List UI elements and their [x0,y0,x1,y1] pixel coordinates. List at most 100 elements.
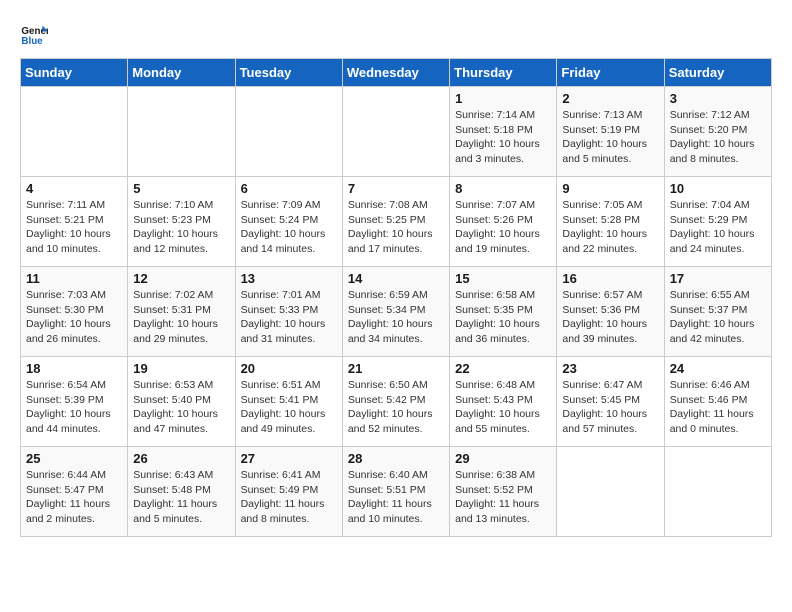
day-number: 19 [133,361,229,376]
day-info: Sunrise: 7:09 AMSunset: 5:24 PMDaylight:… [241,198,337,257]
calendar-cell: 11Sunrise: 7:03 AMSunset: 5:30 PMDayligh… [21,267,128,357]
calendar-table: SundayMondayTuesdayWednesdayThursdayFrid… [20,58,772,537]
calendar-cell [664,447,771,537]
day-number: 16 [562,271,658,286]
calendar-week-row: 25Sunrise: 6:44 AMSunset: 5:47 PMDayligh… [21,447,772,537]
day-number: 27 [241,451,337,466]
weekday-header-row: SundayMondayTuesdayWednesdayThursdayFrid… [21,59,772,87]
day-number: 1 [455,91,551,106]
day-number: 29 [455,451,551,466]
calendar-cell [235,87,342,177]
day-number: 7 [348,181,444,196]
calendar-cell [342,87,449,177]
calendar-cell: 26 Sunrise: 6:43 AMSunset: 5:48 PMDayligh… [128,447,235,537]
calendar-cell: 17 Sunrise: 6:55 AMSunset: 5:37 PMDayligh… [664,267,771,357]
day-info: Sunrise: 7:01 AMSunset: 5:33 PMDaylight:… [241,288,337,347]
day-number: 17 [670,271,766,286]
logo: General Blue [20,20,54,48]
day-info: Sunrise: 7:02 AMSunset: 5:31 PMDaylight:… [133,288,229,347]
day-info: Sunrise: 7:08 AMSunset: 5:25 PMDaylight:… [348,198,444,257]
day-info: Sunrise: 7:05 AMSunset: 5:28 PMDaylight:… [562,198,658,257]
weekday-header-thursday: Thursday [450,59,557,87]
calendar-cell: 25Sunrise: 6:44 AMSunset: 5:47 PMDayligh… [21,447,128,537]
day-info: Sunrise: 6:46 AMSunset: 5:46 PMDaylight:… [670,378,766,437]
day-info: Sunrise: 6:51 AMSunset: 5:41 PMDaylight:… [241,378,337,437]
calendar-cell: 20 Sunrise: 6:51 AMSunset: 5:41 PMDayligh… [235,357,342,447]
calendar-cell: 23Sunrise: 6:47 AMSunset: 5:45 PMDayligh… [557,357,664,447]
calendar-cell [21,87,128,177]
calendar-cell [128,87,235,177]
day-number: 9 [562,181,658,196]
day-number: 10 [670,181,766,196]
day-number: 12 [133,271,229,286]
calendar-cell: 24 Sunrise: 6:46 AMSunset: 5:46 PMDayligh… [664,357,771,447]
day-info: Sunrise: 7:04 AMSunset: 5:29 PMDaylight:… [670,198,766,257]
day-info: Sunrise: 6:43 AMSunset: 5:48 PMDaylight:… [133,468,229,527]
calendar-cell: 18 Sunrise: 6:54 AMSunset: 5:39 PMDayligh… [21,357,128,447]
day-info: Sunrise: 7:13 AMSunset: 5:19 PMDaylight:… [562,108,658,167]
day-number: 8 [455,181,551,196]
day-number: 20 [241,361,337,376]
day-number: 22 [455,361,551,376]
calendar-cell: 10 Sunrise: 7:04 AMSunset: 5:29 PMDayligh… [664,177,771,267]
calendar-cell: 6 Sunrise: 7:09 AMSunset: 5:24 PMDaylight… [235,177,342,267]
calendar-cell: 8 Sunrise: 7:07 AMSunset: 5:26 PMDaylight… [450,177,557,267]
weekday-header-monday: Monday [128,59,235,87]
day-info: Sunrise: 6:48 AMSunset: 5:43 PMDaylight:… [455,378,551,437]
day-info: Sunrise: 6:58 AMSunset: 5:35 PMDaylight:… [455,288,551,347]
calendar-week-row: 4 Sunrise: 7:11 AMSunset: 5:21 PMDaylight… [21,177,772,267]
day-info: Sunrise: 7:10 AMSunset: 5:23 PMDaylight:… [133,198,229,257]
calendar-cell: 5 Sunrise: 7:10 AMSunset: 5:23 PMDaylight… [128,177,235,267]
day-number: 15 [455,271,551,286]
day-number: 26 [133,451,229,466]
weekday-header-tuesday: Tuesday [235,59,342,87]
day-info: Sunrise: 6:41 AMSunset: 5:49 PMDaylight:… [241,468,337,527]
calendar-cell: 4 Sunrise: 7:11 AMSunset: 5:21 PMDaylight… [21,177,128,267]
calendar-cell: 21Sunrise: 6:50 AMSunset: 5:42 PMDayligh… [342,357,449,447]
calendar-cell: 9 Sunrise: 7:05 AMSunset: 5:28 PMDaylight… [557,177,664,267]
svg-text:Blue: Blue [21,36,43,47]
day-info: Sunrise: 6:50 AMSunset: 5:42 PMDaylight:… [348,378,444,437]
calendar-cell: 22 Sunrise: 6:48 AMSunset: 5:43 PMDayligh… [450,357,557,447]
day-info: Sunrise: 6:57 AMSunset: 5:36 PMDaylight:… [562,288,658,347]
day-number: 25 [26,451,122,466]
calendar-cell: 28 Sunrise: 6:40 AMSunset: 5:51 PMDayligh… [342,447,449,537]
calendar-cell: 19 Sunrise: 6:53 AMSunset: 5:40 PMDayligh… [128,357,235,447]
day-number: 28 [348,451,444,466]
calendar-week-row: 18 Sunrise: 6:54 AMSunset: 5:39 PMDayligh… [21,357,772,447]
day-number: 4 [26,181,122,196]
day-number: 2 [562,91,658,106]
day-info: Sunrise: 6:59 AMSunset: 5:34 PMDaylight:… [348,288,444,347]
calendar-cell: 14 Sunrise: 6:59 AMSunset: 5:34 PMDayligh… [342,267,449,357]
weekday-header-wednesday: Wednesday [342,59,449,87]
calendar-cell: 3Sunrise: 7:12 AMSunset: 5:20 PMDaylight… [664,87,771,177]
header: General Blue [20,20,772,48]
day-number: 18 [26,361,122,376]
day-info: Sunrise: 7:11 AMSunset: 5:21 PMDaylight:… [26,198,122,257]
calendar-cell: 12 Sunrise: 7:02 AMSunset: 5:31 PMDayligh… [128,267,235,357]
day-number: 5 [133,181,229,196]
day-number: 11 [26,271,122,286]
calendar-cell: 13Sunrise: 7:01 AMSunset: 5:33 PMDayligh… [235,267,342,357]
day-info: Sunrise: 6:47 AMSunset: 5:45 PMDaylight:… [562,378,658,437]
day-number: 14 [348,271,444,286]
calendar-cell [557,447,664,537]
calendar-week-row: 11Sunrise: 7:03 AMSunset: 5:30 PMDayligh… [21,267,772,357]
day-number: 6 [241,181,337,196]
calendar-week-row: 1Sunrise: 7:14 AMSunset: 5:18 PMDaylight… [21,87,772,177]
day-info: Sunrise: 6:40 AMSunset: 5:51 PMDaylight:… [348,468,444,527]
calendar-cell: 15 Sunrise: 6:58 AMSunset: 5:35 PMDayligh… [450,267,557,357]
calendar-cell: 29 Sunrise: 6:38 AMSunset: 5:52 PMDayligh… [450,447,557,537]
calendar-cell: 1Sunrise: 7:14 AMSunset: 5:18 PMDaylight… [450,87,557,177]
day-info: Sunrise: 6:55 AMSunset: 5:37 PMDaylight:… [670,288,766,347]
logo-icon: General Blue [20,20,48,48]
day-info: Sunrise: 6:54 AMSunset: 5:39 PMDaylight:… [26,378,122,437]
day-info: Sunrise: 7:07 AMSunset: 5:26 PMDaylight:… [455,198,551,257]
day-number: 24 [670,361,766,376]
weekday-header-saturday: Saturday [664,59,771,87]
day-info: Sunrise: 6:38 AMSunset: 5:52 PMDaylight:… [455,468,551,527]
day-info: Sunrise: 6:53 AMSunset: 5:40 PMDaylight:… [133,378,229,437]
weekday-header-friday: Friday [557,59,664,87]
calendar-cell: 27 Sunrise: 6:41 AMSunset: 5:49 PMDayligh… [235,447,342,537]
calendar-cell: 2 Sunrise: 7:13 AMSunset: 5:19 PMDaylight… [557,87,664,177]
